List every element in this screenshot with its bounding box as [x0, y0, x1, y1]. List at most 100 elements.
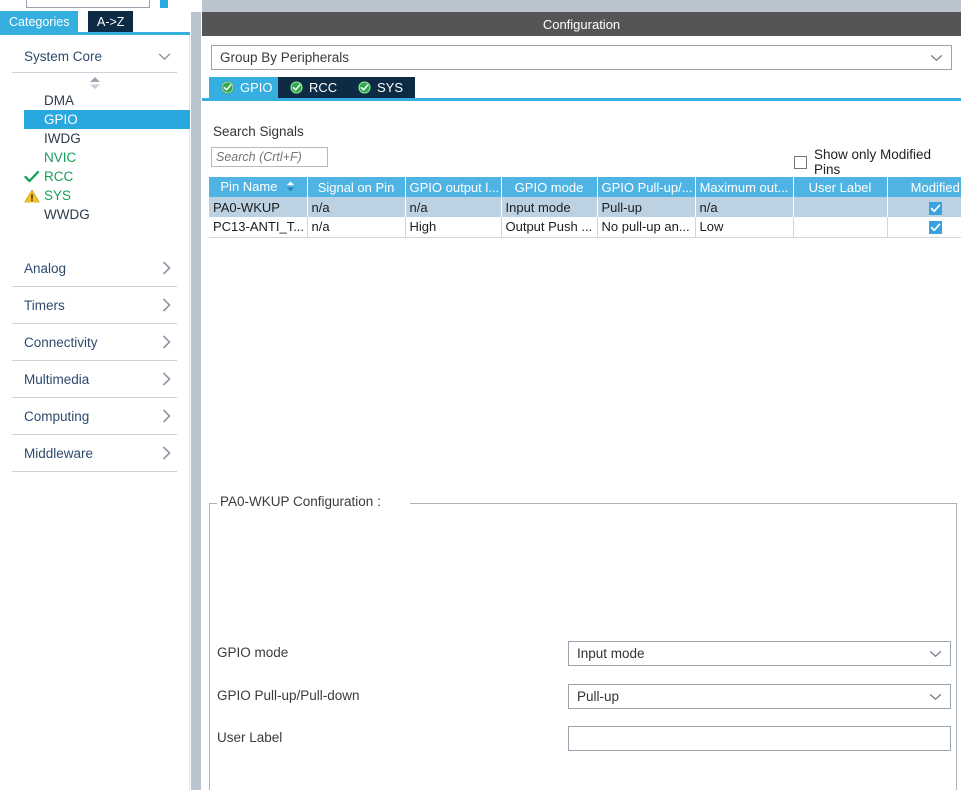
group-connectivity-label: Connectivity	[24, 334, 98, 350]
component-search-input[interactable]	[26, 0, 150, 8]
column-label: Maximum out...	[699, 179, 789, 195]
chevron-down-icon	[158, 52, 171, 61]
gpio-pull-dropdown[interactable]: Pull-up	[568, 684, 951, 709]
cell-maximum-output-speed: Low	[695, 217, 794, 237]
user-label-input[interactable]	[568, 726, 951, 751]
group-connectivity[interactable]: Connectivity	[12, 324, 177, 361]
sidebar-item-label: DMA	[44, 93, 74, 108]
field-gpio-pull-up-pull-down: GPIO Pull-up/Pull-down Pull-up	[210, 684, 958, 710]
cell-maximum-output-speed: n/a	[695, 197, 794, 217]
cell-gpio-pull: No pull-up an...	[597, 217, 696, 237]
category-groups: Analog Timers Connectivity Multimedia Co…	[0, 250, 189, 472]
column-header-gpio-mode[interactable]: GPIO mode	[501, 177, 598, 197]
group-timers-label: Timers	[24, 297, 65, 313]
column-header-signal-on-pin[interactable]: Signal on Pin	[307, 177, 406, 197]
column-header-maximum-output-speed[interactable]: Maximum out...	[695, 177, 794, 197]
cell-user-label	[793, 217, 888, 237]
splitter-top-spacer	[190, 0, 202, 12]
sidebar-item-wwdg[interactable]: WWDG	[0, 205, 189, 224]
sidebar-item-rcc[interactable]: RCC	[0, 167, 189, 186]
green-check-icon	[24, 170, 40, 184]
column-header-modified[interactable]: Modified	[887, 177, 961, 197]
configuration-panel-top-gap	[202, 0, 961, 12]
configuration-content: Group By Peripherals GPIO RCC SYS Search…	[202, 36, 961, 790]
table-row[interactable]: PA0-WKUP n/a n/a Input mode Pull-up n/a	[209, 197, 961, 217]
column-header-pin-name[interactable]: Pin Name	[209, 177, 308, 197]
cell-gpio-output-level: n/a	[405, 197, 502, 217]
checkbox-box	[794, 155, 807, 169]
field-user-label-label: User Label	[217, 730, 283, 745]
info-icon	[160, 0, 168, 8]
chevron-right-icon	[162, 409, 171, 423]
group-analog[interactable]: Analog	[12, 250, 177, 287]
cell-user-label	[793, 197, 888, 217]
chevron-right-icon	[162, 335, 171, 349]
field-gpio-mode: GPIO mode Input mode	[210, 641, 958, 667]
sidebar-item-iwdg[interactable]: IWDG	[0, 129, 189, 148]
group-middleware[interactable]: Middleware	[12, 435, 177, 472]
sort-ascending-icon	[286, 180, 295, 195]
warning-triangle-icon	[24, 188, 40, 203]
tab-rcc[interactable]: RCC	[278, 77, 350, 98]
sidebar-item-nvic[interactable]: NVIC	[0, 148, 189, 167]
chevron-right-icon	[162, 298, 171, 312]
column-label: Modified	[910, 179, 960, 195]
show-only-modified-pins-checkbox[interactable]: Show only Modified Pins	[794, 147, 961, 177]
cell-modified[interactable]	[887, 197, 961, 217]
panel-splitter[interactable]	[190, 0, 202, 790]
chevron-right-icon	[162, 261, 171, 275]
group-system-core-label: System Core	[24, 49, 103, 64]
group-multimedia[interactable]: Multimedia	[12, 361, 177, 398]
sidebar-item-dma[interactable]: DMA	[0, 91, 189, 110]
cell-pin-name: PC13-ANTI_T...	[209, 217, 308, 237]
pin-configuration-groupbox: PA0-WKUP Configuration : GPIO mode Input…	[209, 494, 958, 790]
sidebar-item-gpio[interactable]: GPIO	[24, 110, 192, 129]
column-label: GPIO mode	[514, 179, 584, 195]
left-panel-tabs: Categories A->Z	[0, 11, 190, 32]
peripheral-list-scroll-indicator[interactable]	[0, 75, 189, 91]
tab-categories[interactable]: Categories	[0, 11, 79, 32]
chevron-down-icon	[930, 54, 943, 62]
cell-modified[interactable]	[887, 217, 961, 237]
chevron-right-icon	[162, 446, 171, 460]
tab-gpio-label: GPIO	[240, 80, 273, 95]
column-header-gpio-pull-up-pull-down[interactable]: GPIO Pull-up/...	[597, 177, 696, 197]
group-computing-label: Computing	[24, 408, 90, 424]
chevron-down-icon	[929, 693, 942, 701]
tab-sys-label: SYS	[377, 80, 404, 95]
search-input[interactable]	[211, 147, 328, 167]
scroll-up-down-icon	[89, 76, 100, 89]
table-row[interactable]: PC13-ANTI_T... n/a High Output Push ... …	[209, 217, 961, 237]
tab-rcc-label: RCC	[309, 80, 338, 95]
cell-gpio-output-level: High	[405, 217, 502, 237]
group-system-core[interactable]: System Core	[12, 41, 177, 73]
group-timers[interactable]: Timers	[12, 287, 177, 324]
group-computing[interactable]: Computing	[12, 398, 177, 435]
tab-sys[interactable]: SYS	[346, 77, 416, 98]
left-panel: Categories A->Z System Core DMA GPIO IWD…	[0, 0, 192, 790]
configuration-panel: Configuration Group By Peripherals GPIO	[202, 0, 961, 790]
tab-gpio[interactable]: GPIO	[209, 77, 285, 98]
gpio-mode-dropdown[interactable]: Input mode	[568, 641, 951, 666]
left-panel-body: System Core DMA GPIO IWDG NVIC RCC SYS W…	[0, 35, 192, 790]
search-signals-label: Search Signals	[213, 124, 304, 139]
tab-a-to-z[interactable]: A->Z	[88, 11, 134, 32]
group-analog-label: Analog	[24, 260, 67, 276]
column-label: User Label	[808, 179, 872, 195]
cell-gpio-pull: Pull-up	[597, 197, 696, 217]
sidebar-item-label: GPIO	[44, 112, 78, 127]
chevron-down-icon	[929, 650, 942, 658]
sidebar-item-sys[interactable]: SYS	[0, 186, 189, 205]
column-label: Pin Name	[220, 179, 278, 194]
gpio-mode-value: Input mode	[577, 646, 645, 661]
field-gpio-pull-label: GPIO Pull-up/Pull-down	[217, 688, 360, 703]
column-label: GPIO Pull-up/...	[601, 179, 693, 195]
column-header-user-label[interactable]: User Label	[793, 177, 888, 197]
column-header-gpio-output-level[interactable]: GPIO output l...	[405, 177, 502, 197]
column-label: GPIO output l...	[409, 179, 500, 195]
status-ok-icon	[290, 81, 303, 94]
group-by-dropdown[interactable]: Group By Peripherals	[211, 45, 952, 70]
cell-signal-on-pin: n/a	[307, 197, 406, 217]
status-ok-icon	[358, 81, 371, 94]
peripheral-tabs: GPIO RCC SYS	[202, 77, 961, 98]
